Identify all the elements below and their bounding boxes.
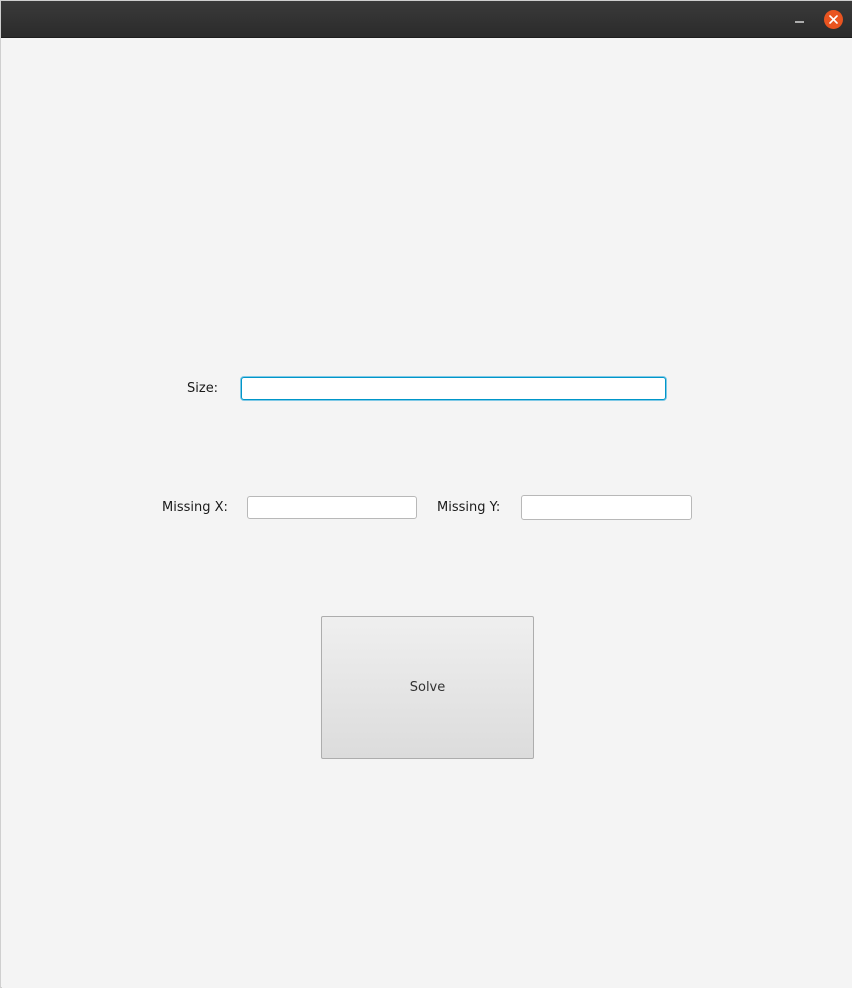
minimize-button[interactable] [790, 10, 810, 30]
missing-y-input[interactable] [521, 495, 692, 520]
missing-y-label: Missing Y: [437, 500, 501, 515]
missing-x-label: Missing X: [162, 500, 228, 515]
close-button[interactable] [824, 10, 843, 29]
solve-button[interactable]: Solve [321, 616, 534, 759]
title-bar[interactable] [1, 1, 852, 38]
minimize-icon [795, 21, 804, 23]
close-icon [829, 15, 838, 24]
app-window: Size: Missing X: Missing Y: Solve [0, 0, 852, 988]
missing-x-input[interactable] [247, 496, 417, 519]
main-content: Size: Missing X: Missing Y: Solve [2, 38, 852, 988]
size-label: Size: [187, 381, 219, 396]
size-input[interactable] [241, 377, 666, 400]
